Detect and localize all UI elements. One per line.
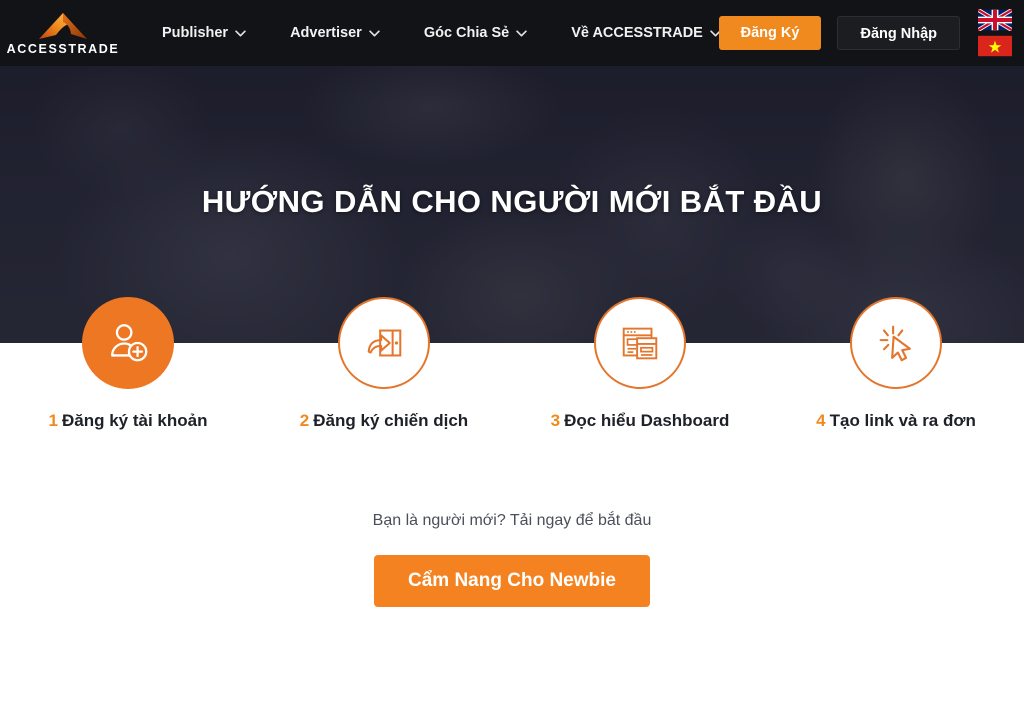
register-button[interactable]: Đăng Ký [718,16,822,50]
step-3-circle[interactable] [594,297,686,389]
chevron-down-icon [235,29,246,37]
site-logo[interactable]: ACCESSTRADE [6,0,120,66]
nav-item-label: Advertiser [290,25,362,41]
page-root: ACCESSTRADE Publisher Advertiser Góc Chi… [0,0,1024,708]
step-2-label: 2 Đăng ký chiến dịch [256,411,512,431]
door-enter-arrow-icon [367,329,402,357]
main-navigation: Publisher Advertiser Góc Chia Sẻ Về ACCE… [140,0,743,66]
step-2-circle[interactable] [338,297,430,389]
site-header: ACCESSTRADE Publisher Advertiser Góc Chi… [0,0,1024,66]
browser-windows-icon [622,327,658,360]
page-title: HƯỚNG DẪN CHO NGƯỜI MỚI BẮT ĐẦU [201,184,823,219]
step-2-text: Đăng ký chiến dịch [313,411,469,430]
step-4-label: 4 Tạo link và ra đơn [768,411,1024,431]
cta-section: Bạn là người mới? Tải ngay để bắt đầu Cẩ… [0,512,1024,607]
cta-button[interactable]: Cẩm Nang Cho Newbie [374,555,650,607]
language-switcher [978,9,1012,57]
login-button[interactable]: Đăng Nhập [837,16,960,50]
step-4-number: 4 [816,411,826,430]
nav-item-advertiser[interactable]: Advertiser [268,0,402,66]
nav-item-label: Về ACCESSTRADE [571,25,703,41]
step-1-label: 1 Đăng ký tài khoản [0,411,256,431]
chevron-down-icon [369,29,380,37]
logo-text: ACCESSTRADE [6,41,120,56]
uk-flag-icon[interactable] [978,9,1012,31]
step-2-number: 2 [299,411,310,430]
nav-item-goc-chia-se[interactable]: Góc Chia Sẻ [402,0,549,66]
nav-item-publisher[interactable]: Publisher [140,0,268,66]
vietnam-flag-icon[interactable] [978,35,1012,57]
accesstrade-peak-logo-icon [39,12,87,39]
step-1-number: 1 [48,411,58,430]
step-item-1: 1 Đăng ký tài khoản [0,297,256,457]
header-actions: Đăng Ký Đăng Nhập [718,0,1024,66]
step-1-circle[interactable] [82,297,174,389]
step-item-4: 4 Tạo link và ra đơn [768,297,1024,457]
chevron-down-icon [516,29,527,37]
step-4-circle[interactable] [850,297,942,389]
cursor-click-icon [879,325,911,362]
step-4-text: Tạo link và ra đơn [829,411,976,430]
step-3-label: 3 Đọc hiểu Dashboard [512,411,768,431]
step-item-2: 2 Đăng ký chiến dịch [256,297,512,457]
user-plus-icon [111,324,148,362]
nav-item-label: Góc Chia Sẻ [423,25,510,41]
steps-row: 1Đăng ký tài khoản 2Đăng ký chiến dịch [0,297,1024,457]
step-1-text: Đăng ký tài khoản [61,411,208,430]
nav-item-ve-accesstrade[interactable]: Về ACCESSTRADE [549,0,743,66]
step-3-number: 3 [550,411,561,430]
step-item-3: 3 Đọc hiểu Dashboard [512,297,768,457]
step-3-text: Đọc hiểu Dashboard [564,411,730,430]
cta-description: Bạn là người mới? Tải ngay để bắt đầu [372,512,652,529]
nav-item-label: Publisher [162,25,229,41]
